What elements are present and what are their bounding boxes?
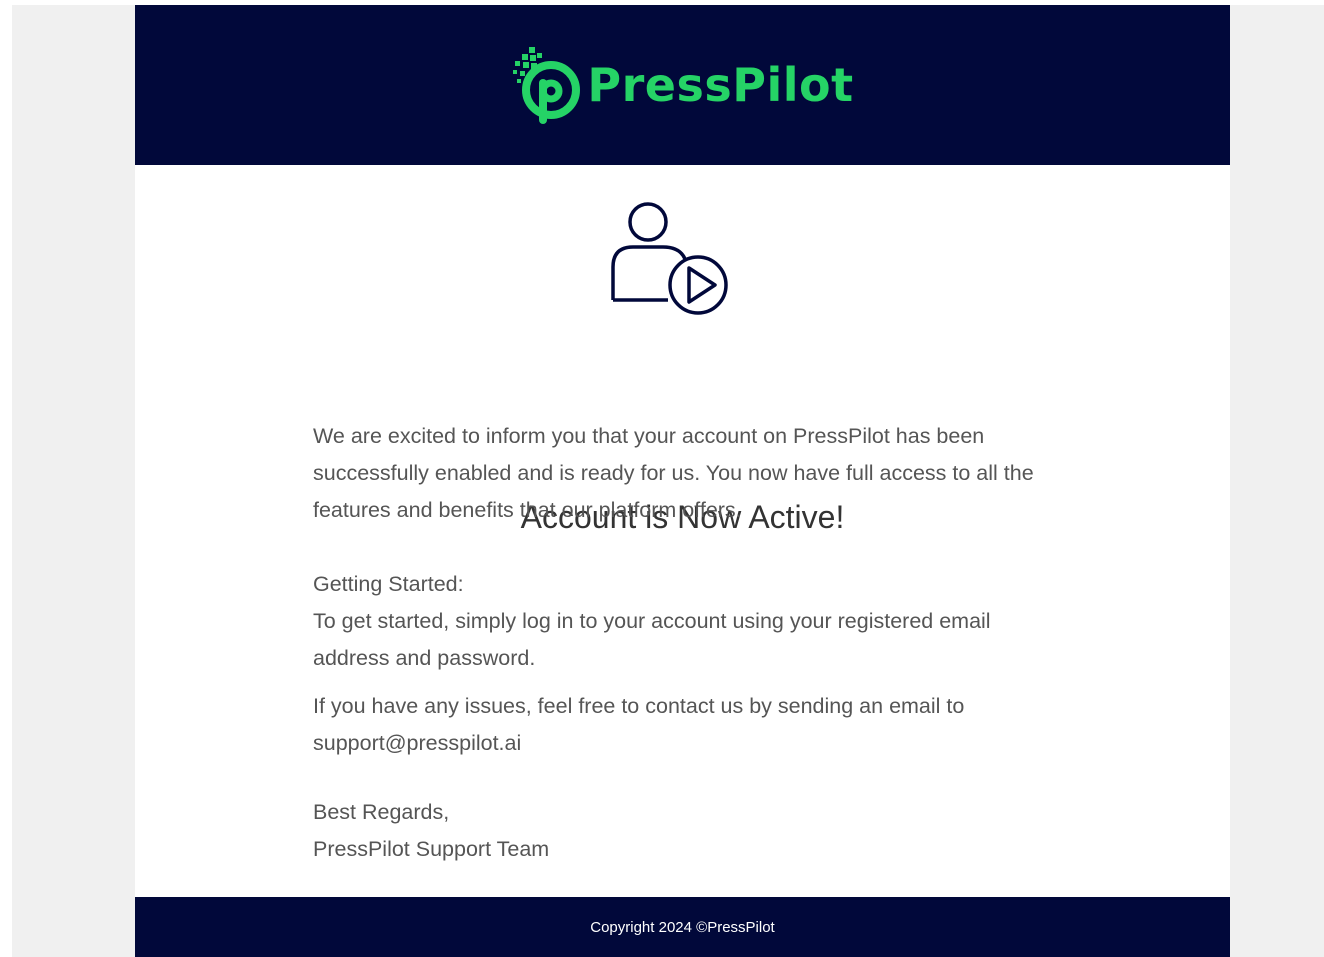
support-paragraph: If you have any issues, feel free to con… <box>313 688 1073 762</box>
support-text: If you have any issues, feel free to con… <box>313 694 965 755</box>
email-container: PressPilot Account is Now Active! We are… <box>135 5 1230 957</box>
email-header: PressPilot <box>135 5 1230 165</box>
copyright-text: Copyright 2024 ©PressPilot <box>590 918 775 936</box>
signature: Best Regards, PressPilot Support Team <box>313 794 1073 868</box>
intro-text: We are excited to inform you that your a… <box>313 424 1034 522</box>
presspilot-p-logo-icon <box>513 47 581 124</box>
intro-paragraph: We are excited to inform you that your a… <box>313 418 1073 529</box>
brand-logo[interactable]: PressPilot <box>511 45 853 125</box>
getting-started-section: Getting Started: To get started, simply … <box>313 566 1073 677</box>
signoff: Best Regards, <box>313 800 450 824</box>
getting-started-text: To get started, simply log in to your ac… <box>313 609 991 670</box>
email-content: Account is Now Active! <box>135 165 1230 897</box>
team-name: PressPilot Support Team <box>313 837 550 861</box>
user-play-icon <box>611 202 728 315</box>
getting-started-title: Getting Started: <box>313 572 464 596</box>
brand-name: PressPilot <box>587 58 854 112</box>
email-footer: Copyright 2024 ©PressPilot <box>135 897 1230 957</box>
